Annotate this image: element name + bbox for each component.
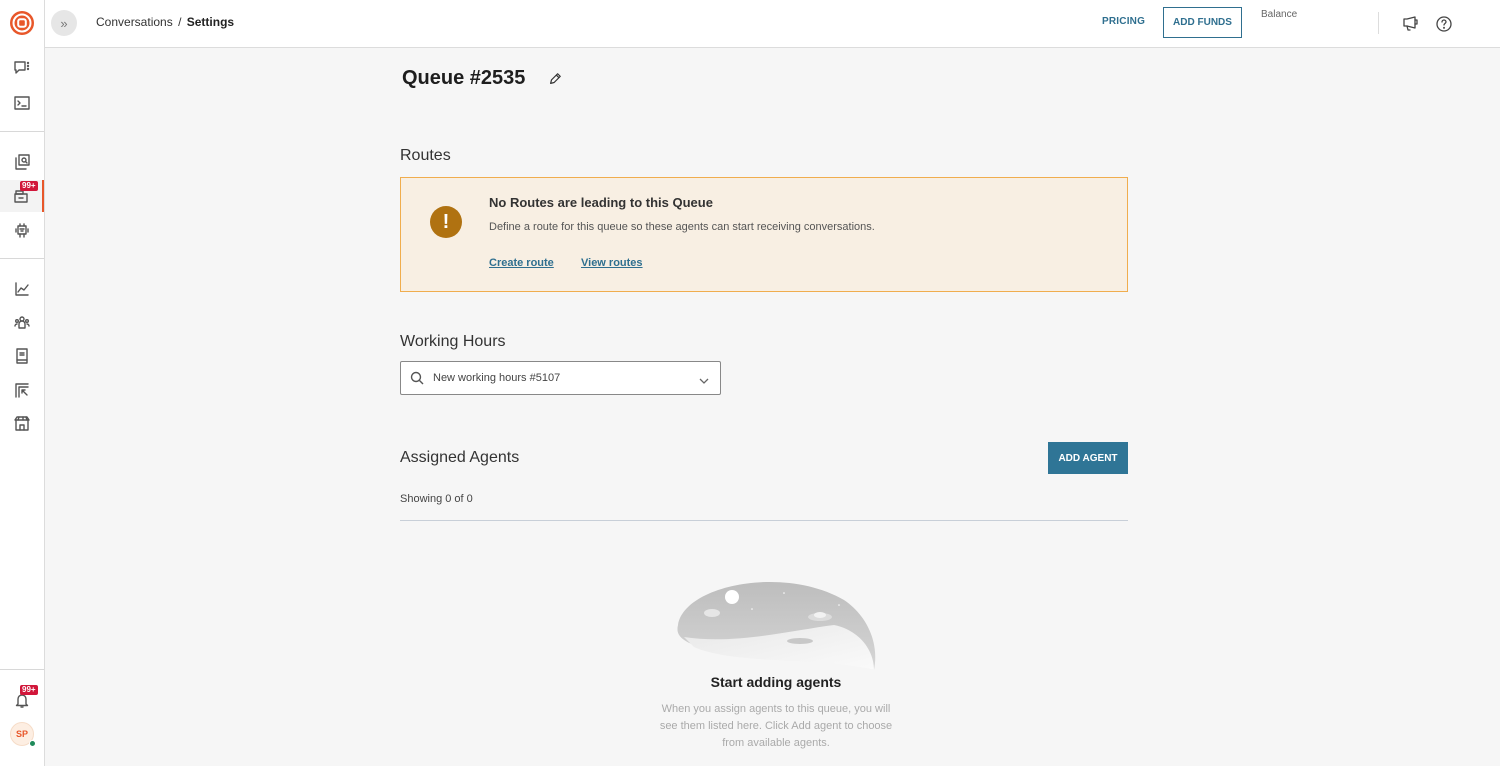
team-icon xyxy=(14,316,30,329)
sidebar-item-teams[interactable] xyxy=(0,307,44,339)
sidebar-item-analytics[interactable] xyxy=(0,273,44,305)
working-hours-section-title: Working Hours xyxy=(400,333,506,350)
book-icon xyxy=(16,348,28,364)
route-icon xyxy=(15,383,29,398)
sidebar-divider xyxy=(0,131,44,132)
queues-badge: 99+ xyxy=(20,181,38,191)
breadcrumb-parent[interactable]: Conversations xyxy=(96,15,173,29)
view-routes-link[interactable]: View routes xyxy=(581,257,643,269)
pricing-link[interactable]: PRICING xyxy=(1102,16,1145,27)
sidebar-item-terminal[interactable] xyxy=(0,87,44,119)
no-routes-alert: ! No Routes are leading to this Queue De… xyxy=(400,177,1128,292)
brand-logo-icon[interactable] xyxy=(9,10,35,36)
help-icon xyxy=(1436,16,1452,32)
chart-line-icon xyxy=(15,282,29,296)
queue-title: Queue #2535 xyxy=(402,67,526,89)
inbox-search-icon xyxy=(15,154,30,170)
sidebar-item-conversations[interactable] xyxy=(0,52,44,84)
divider xyxy=(400,520,1128,521)
assigned-agents-section-title: Assigned Agents xyxy=(400,449,520,466)
empty-state-illustration xyxy=(674,575,878,675)
alert-title: No Routes are leading to this Queue xyxy=(489,195,713,210)
terminal-icon xyxy=(14,96,30,110)
warning-icon: ! xyxy=(430,206,462,238)
help-button[interactable] xyxy=(1434,14,1454,34)
agents-count: Showing 0 of 0 xyxy=(400,493,473,505)
edit-title-button[interactable] xyxy=(548,72,564,88)
sidebar-item-routes[interactable] xyxy=(0,374,44,406)
working-hours-value: New working hours #5107 xyxy=(433,372,561,384)
chevron-down-icon xyxy=(699,373,710,384)
topbar: » Conversations / Settings PRICING ADD F… xyxy=(45,0,1500,48)
online-status-indicator xyxy=(29,740,36,747)
megaphone-icon xyxy=(1403,16,1418,31)
add-funds-button[interactable]: ADD FUNDS xyxy=(1163,7,1242,38)
working-hours-select[interactable]: New working hours #5107 xyxy=(400,361,721,395)
balance-label: Balance xyxy=(1261,9,1298,20)
routes-section-title: Routes xyxy=(400,147,451,164)
alert-description: Define a route for this queue so these a… xyxy=(489,221,875,233)
sidebar-divider xyxy=(0,669,44,670)
notifications-badge: 99+ xyxy=(20,685,38,695)
store-icon xyxy=(14,416,30,431)
robot-icon xyxy=(15,223,29,238)
breadcrumb-separator: / xyxy=(178,15,182,29)
create-route-link[interactable]: Create route xyxy=(489,257,554,269)
expand-sidebar-button[interactable]: » xyxy=(51,10,77,36)
sidebar-item-store[interactable] xyxy=(0,407,44,439)
add-agent-button[interactable]: ADD AGENT xyxy=(1048,442,1128,474)
topbar-divider xyxy=(1378,12,1379,34)
empty-state-title: Start adding agents xyxy=(710,674,842,690)
chevron-double-right-icon: » xyxy=(60,15,68,31)
announcements-button[interactable] xyxy=(1401,14,1421,34)
sidebar-item-inbox-review[interactable] xyxy=(0,146,44,178)
search-icon xyxy=(410,371,425,386)
breadcrumb-current: Settings xyxy=(186,15,235,29)
empty-state-description: When you assign agents to this queue, yo… xyxy=(659,703,893,749)
breadcrumb: Conversations / Settings xyxy=(96,15,234,29)
chat-icon xyxy=(14,61,30,74)
sidebar: 99+ 99+ SP xyxy=(0,0,45,766)
pencil-icon xyxy=(550,73,561,84)
sidebar-item-knowledge[interactable] xyxy=(0,340,44,372)
sidebar-divider xyxy=(0,258,44,259)
sidebar-item-bots[interactable] xyxy=(0,214,44,246)
